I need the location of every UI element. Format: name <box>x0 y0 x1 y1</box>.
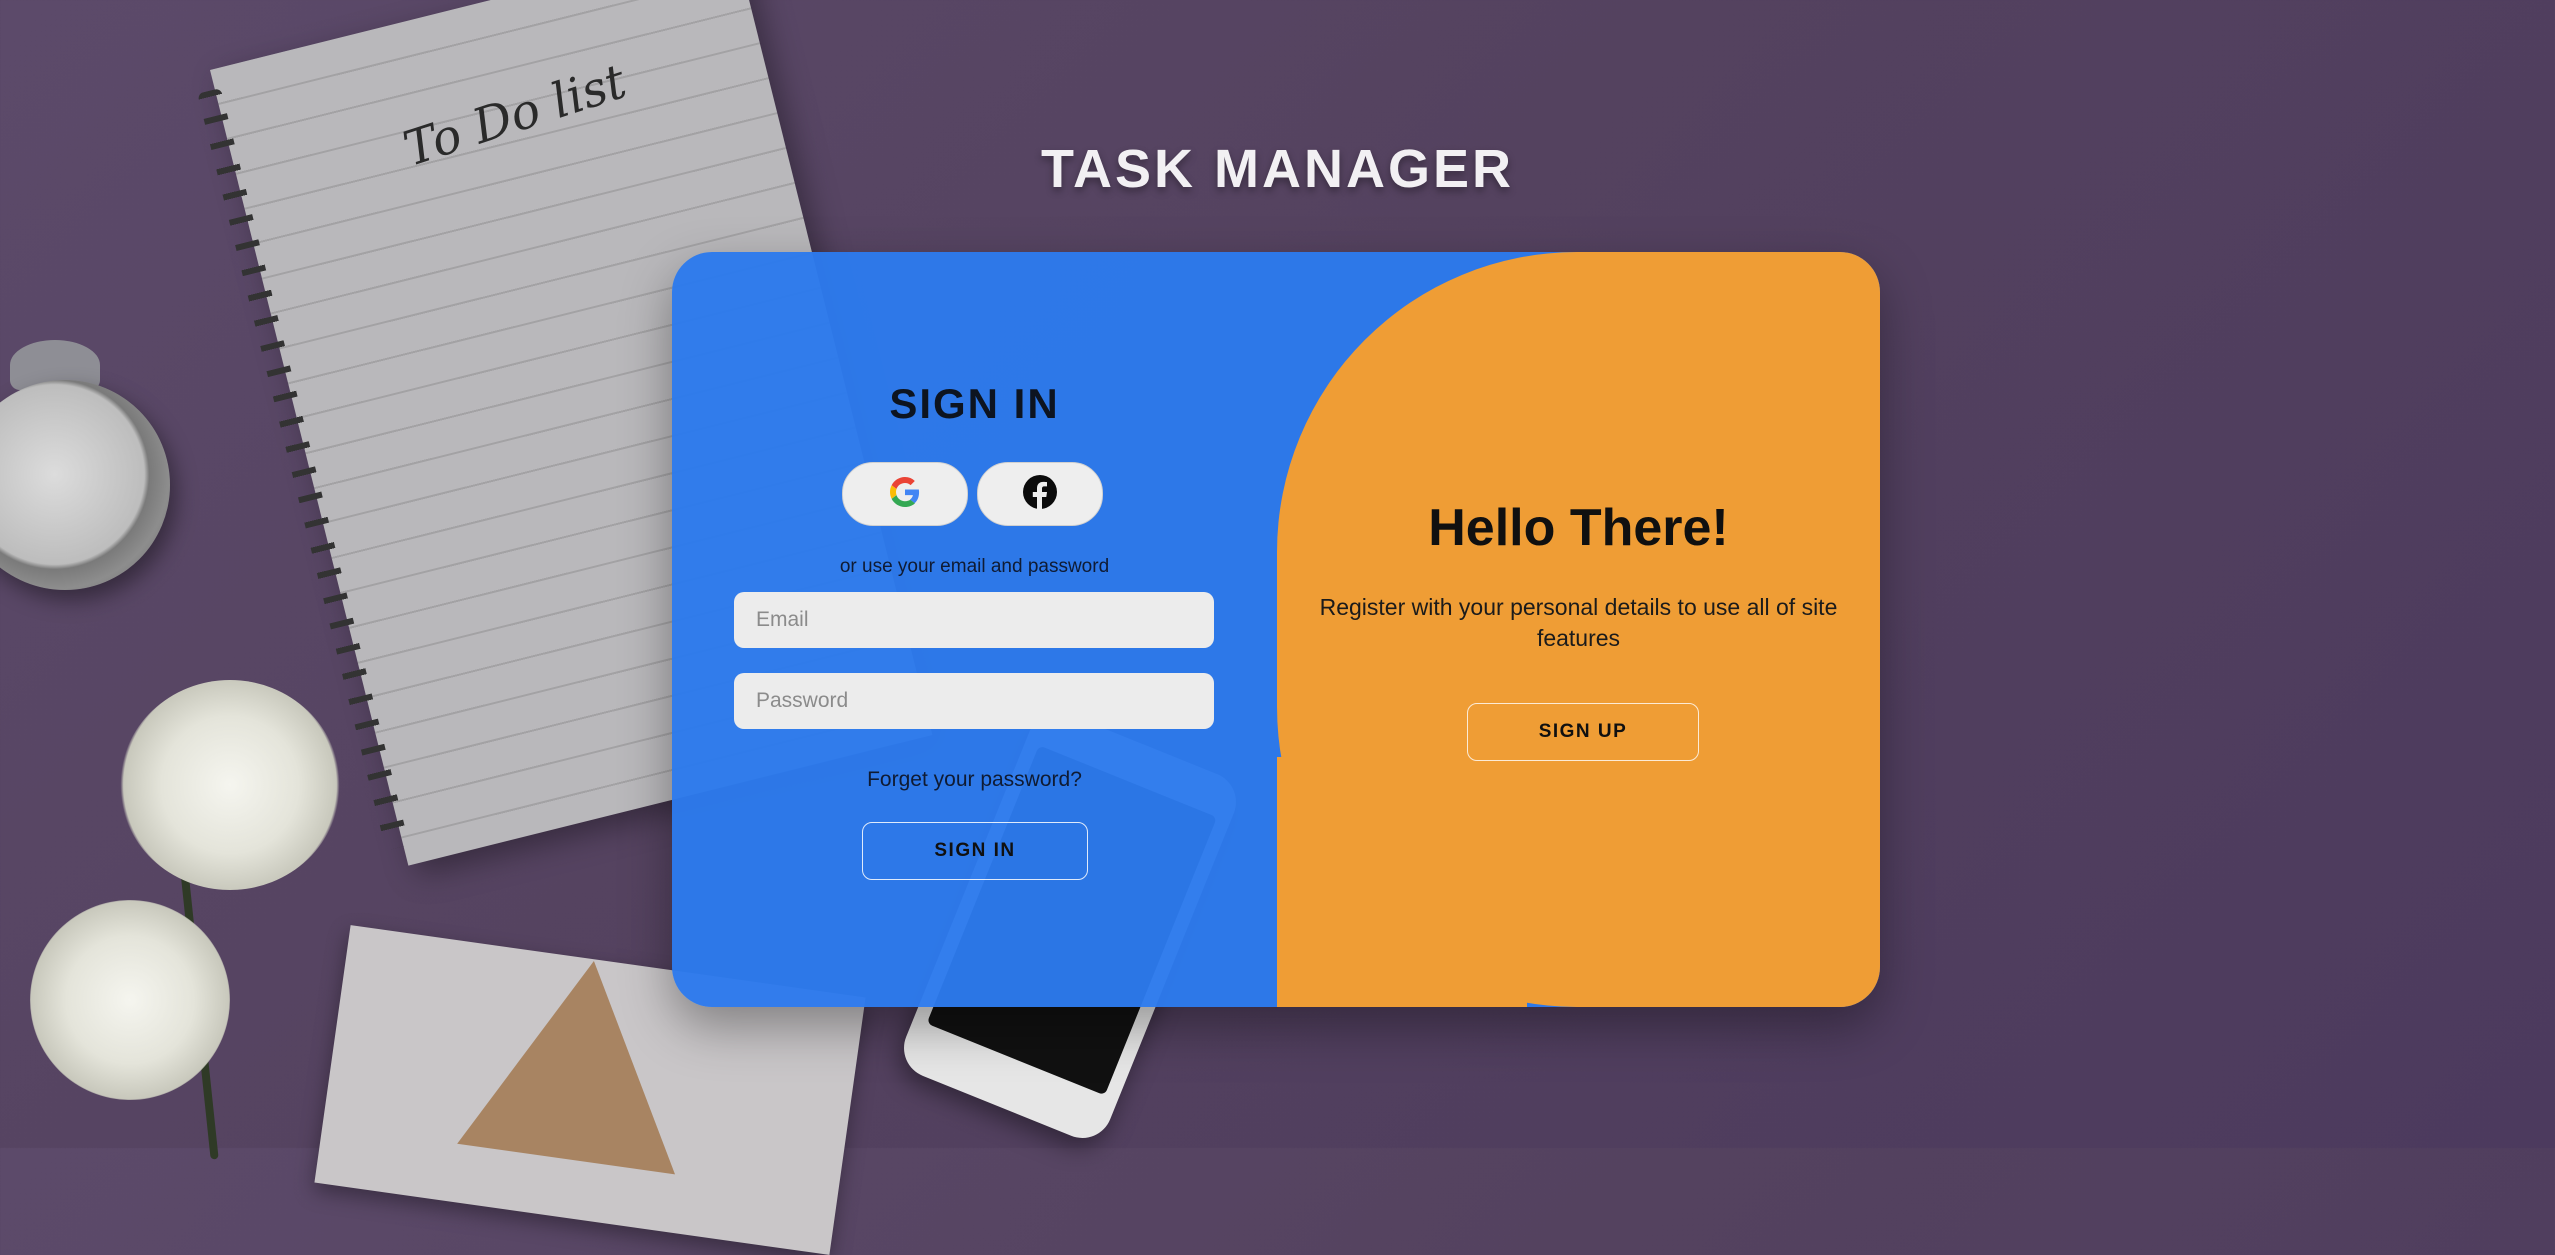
facebook-login-button[interactable] <box>977 462 1103 526</box>
app-title: TASK MANAGER <box>1041 139 1514 199</box>
flower-decoration <box>30 900 230 1100</box>
forgot-password-link[interactable]: Forget your password? <box>672 768 1277 792</box>
welcome-title: Hello There! <box>1428 499 1729 557</box>
welcome-text: Register with your personal details to u… <box>1319 594 1838 651</box>
alt-login-text: or use your email and password <box>839 556 1110 577</box>
social-login-row <box>842 462 1112 526</box>
sign-in-panel: SIGN IN or use your email and password E… <box>672 252 1277 1007</box>
sign-up-panel: Hello There! Register with your personal… <box>1277 252 1880 1007</box>
facebook-icon <box>1022 474 1058 515</box>
envelope-flap-decoration <box>457 945 703 1175</box>
password-input[interactable] <box>734 673 1214 729</box>
sign-up-button[interactable]: SIGN UP <box>1467 703 1699 761</box>
alarm-clock-decoration <box>0 380 170 590</box>
auth-card: SIGN IN or use your email and password E… <box>672 252 1880 1007</box>
email-input[interactable] <box>734 592 1214 648</box>
google-login-button[interactable] <box>842 462 968 526</box>
google-icon <box>890 476 920 512</box>
flower-decoration <box>120 680 340 890</box>
sign-in-button[interactable]: SIGN IN <box>862 822 1088 880</box>
sign-in-title: SIGN IN <box>889 380 1060 427</box>
